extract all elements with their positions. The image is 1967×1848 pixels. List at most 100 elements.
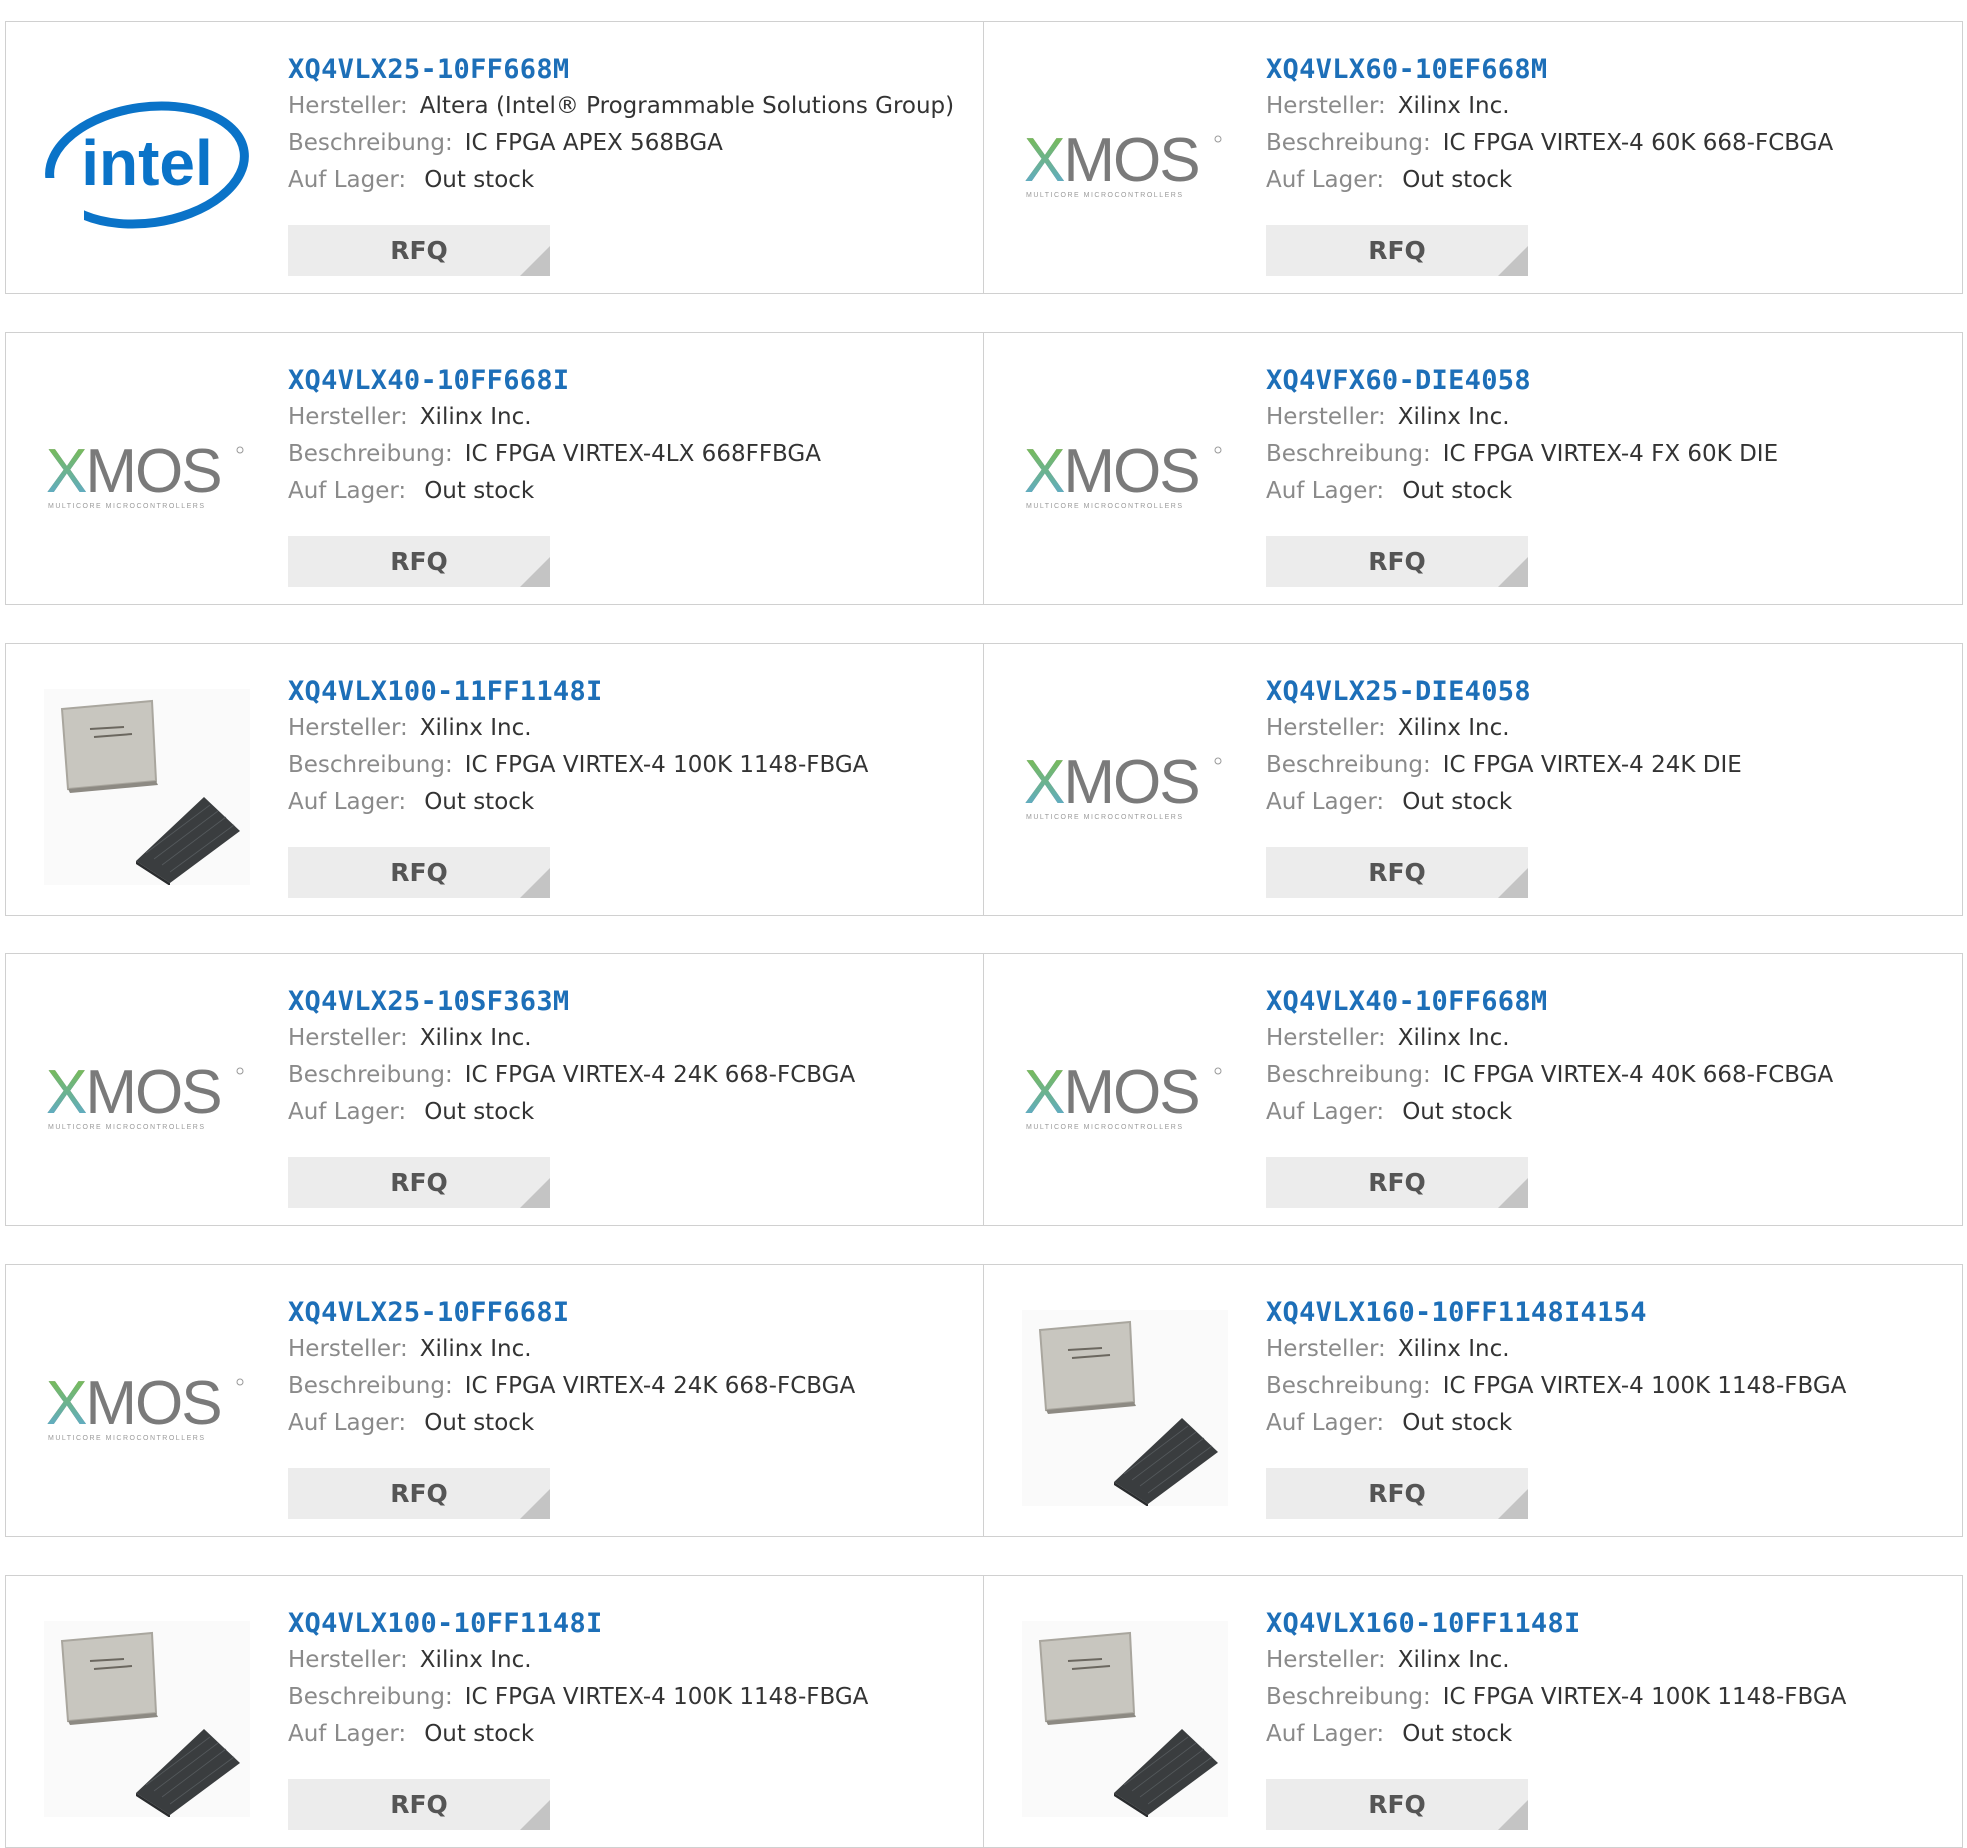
stock-row: Auf Lager: Out stock bbox=[1266, 1716, 1952, 1753]
rfq-button[interactable]: RFQ bbox=[1266, 1468, 1528, 1519]
rfq-label: RFQ bbox=[1368, 858, 1426, 887]
product-image[interactable]: XMOS X MULTICORE MICROCONTROLLERS bbox=[1022, 689, 1228, 885]
manufacturer-row: Hersteller: Xilinx Inc. bbox=[1266, 88, 1952, 125]
corner-triangle-icon bbox=[520, 1489, 550, 1519]
rfq-button[interactable]: RFQ bbox=[1266, 536, 1528, 587]
corner-triangle-icon bbox=[1498, 246, 1528, 276]
product-image[interactable]: XMOS X MULTICORE MICROCONTROLLERS bbox=[44, 1310, 250, 1506]
rfq-label: RFQ bbox=[1368, 1168, 1426, 1197]
rfq-label: RFQ bbox=[390, 858, 448, 887]
svg-text:X: X bbox=[46, 1058, 87, 1127]
product-image[interactable]: XMOS X MULTICORE MICROCONTROLLERS bbox=[44, 378, 250, 574]
manufacturer-value: Xilinx Inc. bbox=[1397, 715, 1510, 741]
manufacturer-value: Xilinx Inc. bbox=[419, 1647, 532, 1673]
part-number-link[interactable]: XQ4VLX60-10EF668M bbox=[1266, 52, 1952, 88]
product-image[interactable]: XMOS X MULTICORE MICROCONTROLLERS bbox=[1022, 999, 1228, 1195]
product-image[interactable] bbox=[44, 689, 250, 885]
part-number-link[interactable]: XQ4VFX60-DIE4058 bbox=[1266, 363, 1952, 399]
manufacturer-value: Altera (Intel® Programmable Solutions Gr… bbox=[419, 93, 955, 119]
description-value: IC FPGA VIRTEX-4 40K 668-FCBGA bbox=[1442, 1062, 1834, 1088]
manufacturer-value: Xilinx Inc. bbox=[1397, 93, 1510, 119]
stock-row: Auf Lager: Out stock bbox=[288, 162, 973, 199]
product-info: XQ4VLX160-10FF1148I Hersteller: Xilinx Inc… bbox=[1266, 1606, 1952, 1753]
rfq-label: RFQ bbox=[390, 1479, 448, 1508]
rfq-button[interactable]: RFQ bbox=[1266, 847, 1528, 898]
rfq-button[interactable]: RFQ bbox=[1266, 1779, 1528, 1830]
product-info: XQ4VLX25-DIE4058 Hersteller: Xilinx Inc. Be… bbox=[1266, 674, 1952, 821]
stock-label: Auf Lager: bbox=[288, 167, 407, 193]
rfq-button[interactable]: RFQ bbox=[288, 1468, 550, 1519]
stock-value: Out stock bbox=[1402, 1099, 1513, 1125]
manufacturer-value: Xilinx Inc. bbox=[419, 1336, 532, 1362]
stock-value: Out stock bbox=[1402, 1410, 1513, 1436]
part-number-link[interactable]: XQ4VLX40-10FF668I bbox=[288, 363, 973, 399]
manufacturer-label: Hersteller: bbox=[1266, 1025, 1386, 1051]
part-number-link[interactable]: XQ4VLX100-10FF1148I bbox=[288, 1606, 973, 1642]
rfq-label: RFQ bbox=[390, 1168, 448, 1197]
product-image[interactable] bbox=[1022, 1621, 1228, 1817]
product-image[interactable]: XMOS X MULTICORE MICROCONTROLLERS bbox=[1022, 67, 1228, 263]
description-row: Beschreibung: IC FPGA VIRTEX-4 60K 668-FC… bbox=[1266, 125, 1952, 162]
svg-text:intel: intel bbox=[81, 127, 213, 199]
stock-row: Auf Lager: Out stock bbox=[1266, 473, 1952, 510]
product-info: XQ4VLX60-10EF668M Hersteller: Xilinx Inc. B… bbox=[1266, 52, 1952, 199]
product-card: XMOS X MULTICORE MICROCONTROLLERS XQ4VFX… bbox=[984, 333, 1962, 604]
stock-label: Auf Lager: bbox=[1266, 1410, 1385, 1436]
manufacturer-label: Hersteller: bbox=[288, 93, 408, 119]
product-image[interactable]: XMOS X MULTICORE MICROCONTROLLERS bbox=[1022, 378, 1228, 574]
rfq-button[interactable]: RFQ bbox=[288, 1157, 550, 1208]
xmos-logo-icon: XMOS X MULTICORE MICROCONTROLLERS bbox=[1024, 748, 1222, 821]
part-number-link[interactable]: XQ4VLX160-10FF1148I bbox=[1266, 1606, 1952, 1642]
manufacturer-label: Hersteller: bbox=[1266, 715, 1386, 741]
chip-photo-icon bbox=[44, 1621, 250, 1817]
product-info: XQ4VLX25-10FF668I Hersteller: Xilinx Inc. B… bbox=[288, 1295, 973, 1442]
rfq-button[interactable]: RFQ bbox=[288, 1779, 550, 1830]
description-row: Beschreibung: IC FPGA VIRTEX-4 40K 668-FC… bbox=[1266, 1057, 1952, 1094]
rfq-button[interactable]: RFQ bbox=[288, 225, 550, 276]
product-card: XMOS X MULTICORE MICROCONTROLLERS XQ4VLX… bbox=[984, 644, 1962, 915]
description-label: Beschreibung: bbox=[1266, 752, 1431, 778]
part-number-link[interactable]: XQ4VLX25-10FF668M bbox=[288, 52, 973, 88]
stock-row: Auf Lager: Out stock bbox=[1266, 1094, 1952, 1131]
product-info: XQ4VLX25-10FF668M Hersteller: Altera (Inte… bbox=[288, 52, 973, 199]
svg-text:MULTICORE MICROCONTROLLERS: MULTICORE MICROCONTROLLERS bbox=[48, 1124, 206, 1131]
rfq-button[interactable]: RFQ bbox=[288, 847, 550, 898]
description-row: Beschreibung: IC FPGA VIRTEX-4 100K 1148-… bbox=[288, 747, 973, 784]
rfq-button[interactable]: RFQ bbox=[288, 536, 550, 587]
xmos-logo-icon: XMOS X MULTICORE MICROCONTROLLERS bbox=[1024, 1058, 1222, 1131]
product-image[interactable]: XMOS X MULTICORE MICROCONTROLLERS bbox=[44, 999, 250, 1195]
product-image[interactable]: intel bbox=[44, 67, 250, 263]
product-card: XMOS X MULTICORE MICROCONTROLLERS XQ4VLX… bbox=[984, 954, 1962, 1225]
part-number-link[interactable]: XQ4VLX25-10FF668I bbox=[288, 1295, 973, 1331]
product-image[interactable] bbox=[1022, 1310, 1228, 1506]
description-value: IC FPGA VIRTEX-4 60K 668-FCBGA bbox=[1442, 130, 1834, 156]
description-value: IC FPGA VIRTEX-4 24K 668-FCBGA bbox=[464, 1062, 856, 1088]
product-row: XMOS X MULTICORE MICROCONTROLLERS XQ4VLX… bbox=[5, 332, 1963, 605]
stock-label: Auf Lager: bbox=[1266, 478, 1385, 504]
description-label: Beschreibung: bbox=[288, 1062, 453, 1088]
stock-label: Auf Lager: bbox=[288, 478, 407, 504]
part-number-link[interactable]: XQ4VLX100-11FF1148I bbox=[288, 674, 973, 710]
part-number-link[interactable]: XQ4VLX25-10SF363M bbox=[288, 984, 973, 1020]
rfq-button[interactable]: RFQ bbox=[1266, 1157, 1528, 1208]
description-value: IC FPGA VIRTEX-4 100K 1148-FBGA bbox=[1442, 1373, 1847, 1399]
corner-triangle-icon bbox=[520, 1800, 550, 1830]
product-card: XQ4VLX160-10FF1148I Hersteller: Xilinx Inc… bbox=[984, 1576, 1962, 1847]
corner-triangle-icon bbox=[1498, 1800, 1528, 1830]
rfq-label: RFQ bbox=[390, 1790, 448, 1819]
part-number-link[interactable]: XQ4VLX40-10FF668M bbox=[1266, 984, 1952, 1020]
manufacturer-value: Xilinx Inc. bbox=[1397, 1647, 1510, 1673]
manufacturer-row: Hersteller: Xilinx Inc. bbox=[1266, 399, 1952, 436]
rfq-label: RFQ bbox=[1368, 1790, 1426, 1819]
rfq-label: RFQ bbox=[1368, 236, 1426, 265]
product-card: XQ4VLX100-10FF1148I Hersteller: Xilinx Inc… bbox=[6, 1576, 984, 1847]
description-label: Beschreibung: bbox=[288, 1684, 453, 1710]
description-value: IC FPGA VIRTEX-4 FX 60K DIE bbox=[1442, 441, 1779, 467]
description-value: IC FPGA VIRTEX-4 100K 1148-FBGA bbox=[464, 752, 869, 778]
part-number-link[interactable]: XQ4VLX160-10FF1148I4154 bbox=[1266, 1295, 1952, 1331]
product-image[interactable] bbox=[44, 1621, 250, 1817]
stock-row: Auf Lager: Out stock bbox=[288, 473, 973, 510]
part-number-link[interactable]: XQ4VLX25-DIE4058 bbox=[1266, 674, 1952, 710]
rfq-button[interactable]: RFQ bbox=[1266, 225, 1528, 276]
product-info: XQ4VFX60-DIE4058 Hersteller: Xilinx Inc. Be… bbox=[1266, 363, 1952, 510]
